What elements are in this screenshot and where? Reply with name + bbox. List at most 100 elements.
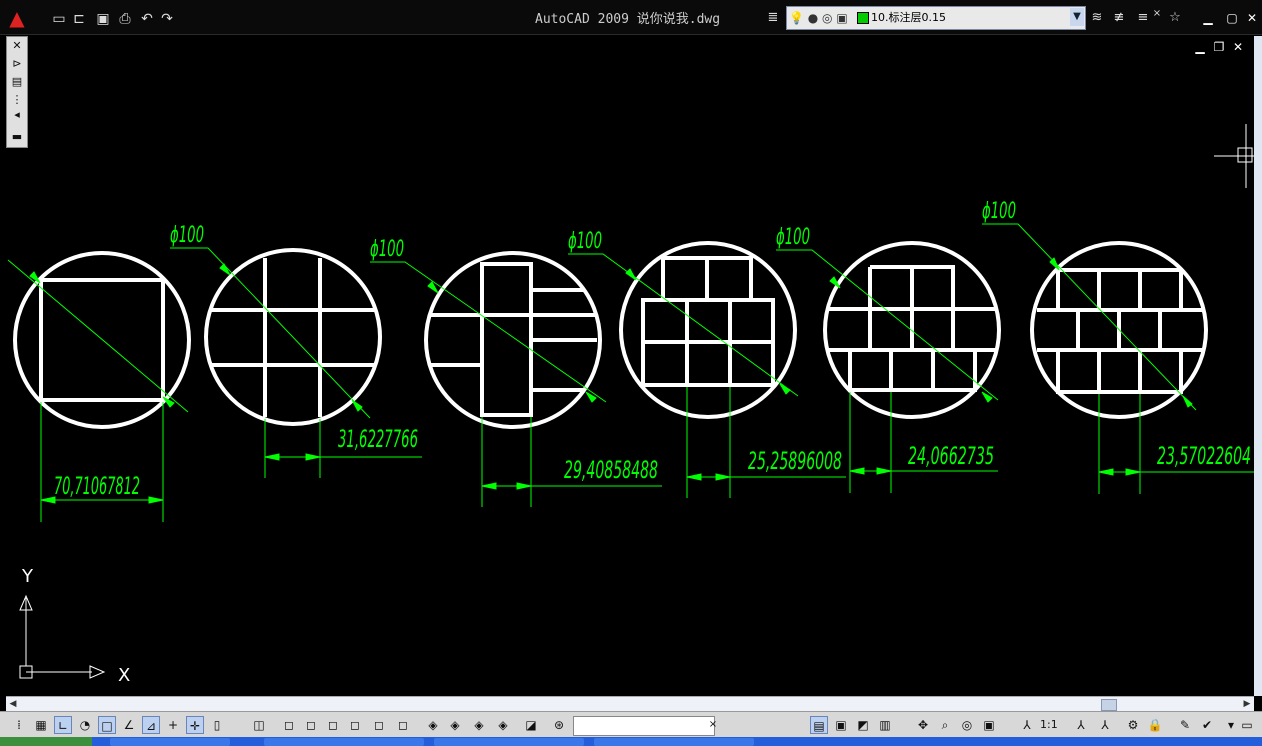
layer-properties-icon[interactable]: ≣ [764, 9, 782, 27]
open-icon[interactable]: ⊏ [70, 10, 88, 28]
command-combobox[interactable] [573, 716, 715, 736]
lock-icon[interactable]: 🔒 [1146, 716, 1164, 734]
view-back-icon[interactable]: ◻ [394, 716, 412, 734]
dimension-value: 23,57022604 [1157, 442, 1251, 470]
redo-icon[interactable]: ↷ [158, 10, 176, 28]
annotation-scale[interactable]: 1:1 [1040, 716, 1058, 734]
undo-icon[interactable]: ↶ [138, 10, 156, 28]
quickview-layouts-icon[interactable]: ◩ [854, 716, 872, 734]
ucs-labels: Y X [21, 566, 130, 686]
view-cube-icon[interactable]: ◫ [250, 716, 268, 734]
tray-settings-icon[interactable]: ✎ [1176, 716, 1194, 734]
otrack-icon[interactable]: ∠ [120, 716, 138, 734]
snap-icon[interactable]: ⁞ [10, 716, 28, 734]
viewport-close-icon[interactable]: ✕ [1230, 40, 1246, 54]
star-icon[interactable]: ☆ [1166, 9, 1184, 27]
clean-screen-icon[interactable]: ▭ [1238, 716, 1256, 734]
view-manager-icon[interactable]: ⊛ [550, 716, 568, 734]
viewport-restore-icon[interactable]: ❐ [1211, 40, 1227, 54]
viewport-minimize-icon[interactable]: ▁ [1192, 40, 1208, 54]
diameter-label: ϕ100 [370, 237, 404, 262]
osnap-icon[interactable]: □ [98, 716, 116, 734]
scroll-thumb[interactable] [1101, 699, 1117, 711]
diameter-label: ϕ100 [776, 225, 810, 250]
layer-dropdown[interactable]: 💡 ● ◎ ▣ 10.标注层0.15 ▼ [786, 6, 1086, 30]
layer-match-icon[interactable]: ≋ [1088, 9, 1106, 27]
dimension-value: 24,0662735 [908, 442, 994, 470]
ortho-icon[interactable]: ∟ [54, 716, 72, 734]
layer-previous-icon[interactable]: ≢ [1110, 9, 1128, 27]
layer-state-icons: 💡 ● ◎ ▣ [789, 11, 848, 25]
dimension-value: 29,40858488 [564, 456, 658, 484]
dyn-icon[interactable]: + [164, 716, 182, 734]
layout-icon[interactable]: ▣ [832, 716, 850, 734]
zoom-icon[interactable]: ⌕ [936, 716, 954, 734]
figure-3 [424, 251, 602, 429]
window-title: AutoCAD 2009 说你说我.dwg [535, 12, 721, 27]
taskbar-window[interactable] [110, 738, 230, 746]
polar-icon[interactable]: ◔ [76, 716, 94, 734]
taskbar-window[interactable] [264, 738, 424, 746]
model-icon[interactable]: ▤ [810, 716, 828, 734]
dimension-value: 70,71067812 [54, 472, 140, 500]
chevron-down-icon[interactable]: ▼ [1070, 8, 1084, 26]
auto-scale-icon[interactable]: ⅄ [1096, 716, 1114, 734]
scroll-left-icon[interactable]: ◀ [6, 697, 20, 711]
view-top-icon[interactable]: ◻ [280, 716, 298, 734]
horizontal-scrollbar[interactable]: ◀ ▶ [6, 696, 1254, 711]
diameter-labels: ϕ100 ϕ100 ϕ100 ϕ100 ϕ100 [170, 199, 1016, 262]
iso-sw-icon[interactable]: ◈ [424, 716, 442, 734]
combobox-close-icon[interactable]: × [708, 716, 718, 734]
ducs-icon[interactable]: ⊿ [142, 716, 160, 734]
view-front-icon[interactable]: ◻ [370, 716, 388, 734]
status-menu-icon[interactable]: ▾ [1226, 716, 1236, 734]
iso-se-icon[interactable]: ◈ [446, 716, 464, 734]
title-bar: ▲ ▭ ⊏ ▣ ⎙ ↶ ↷ AutoCAD 2009 说你说我.dwg ≣ 💡 … [0, 0, 1262, 35]
grid-icon[interactable]: ▦ [32, 716, 50, 734]
qp-icon[interactable]: ▯ [208, 716, 226, 734]
taskbar-window[interactable] [434, 738, 584, 746]
taskbar-window[interactable] [594, 738, 754, 746]
ucs-x-label: X [118, 665, 130, 686]
start-button[interactable] [0, 737, 92, 746]
dimension-texts: 70,71067812 31,6227766 29,40858488 25,25… [54, 425, 1251, 500]
window-minimize-icon[interactable]: ▁ [1200, 10, 1216, 26]
steering-wheel-icon[interactable]: ◎ [958, 716, 976, 734]
layer-isolate-icon[interactable]: ≡ [1134, 9, 1152, 27]
window-maximize-icon[interactable]: ▢ [1224, 10, 1240, 26]
autocad-logo-icon[interactable]: ▲ [4, 6, 30, 30]
annotation-visibility-icon[interactable]: ⅄ [1072, 716, 1090, 734]
showmotion-icon[interactable]: ▣ [980, 716, 998, 734]
diameter-label: ϕ100 [170, 223, 204, 248]
layer-name: 10.标注层0.15 [871, 11, 946, 24]
new-icon[interactable]: ▭ [50, 10, 68, 28]
linear-dimensions [40, 387, 1254, 522]
iso-ne-icon[interactable]: ◈ [470, 716, 488, 734]
iso-nw-icon[interactable]: ◈ [494, 716, 512, 734]
dimension-value: 25,25896008 [748, 447, 842, 475]
lineweight-icon[interactable]: ✛ [186, 716, 204, 734]
pan-icon[interactable]: ✥ [914, 716, 932, 734]
drawing-canvas[interactable]: ϕ100 ϕ100 ϕ100 ϕ100 ϕ100 70,71067812 31,… [0, 34, 1254, 696]
diameter-label: ϕ100 [982, 199, 1016, 224]
dimension-value: 31,6227766 [338, 425, 418, 453]
annotation-scale-icon[interactable]: ⅄ [1018, 716, 1036, 734]
tray-check-icon[interactable]: ✔ [1198, 716, 1216, 734]
camera-icon[interactable]: ◪ [522, 716, 540, 734]
scroll-right-icon[interactable]: ▶ [1240, 697, 1254, 711]
panel-close-icon[interactable]: × [1152, 5, 1162, 23]
os-taskbar [0, 737, 1262, 746]
vertical-scrollbar[interactable] [1254, 36, 1262, 696]
ucs-y-label: Y [21, 566, 34, 587]
view-right-icon[interactable]: ◻ [346, 716, 364, 734]
print-icon[interactable]: ⎙ [116, 10, 134, 28]
workspace-icon[interactable]: ⚙ [1124, 716, 1142, 734]
window-close-icon[interactable]: ✕ [1244, 10, 1260, 26]
save-icon[interactable]: ▣ [94, 10, 112, 28]
view-left-icon[interactable]: ◻ [324, 716, 342, 734]
crosshair-cursor [1214, 124, 1254, 188]
layer-color-swatch [857, 12, 869, 24]
view-bottom-icon[interactable]: ◻ [302, 716, 320, 734]
diameter-label: ϕ100 [568, 229, 602, 254]
quickview-drawings-icon[interactable]: ▥ [876, 716, 894, 734]
